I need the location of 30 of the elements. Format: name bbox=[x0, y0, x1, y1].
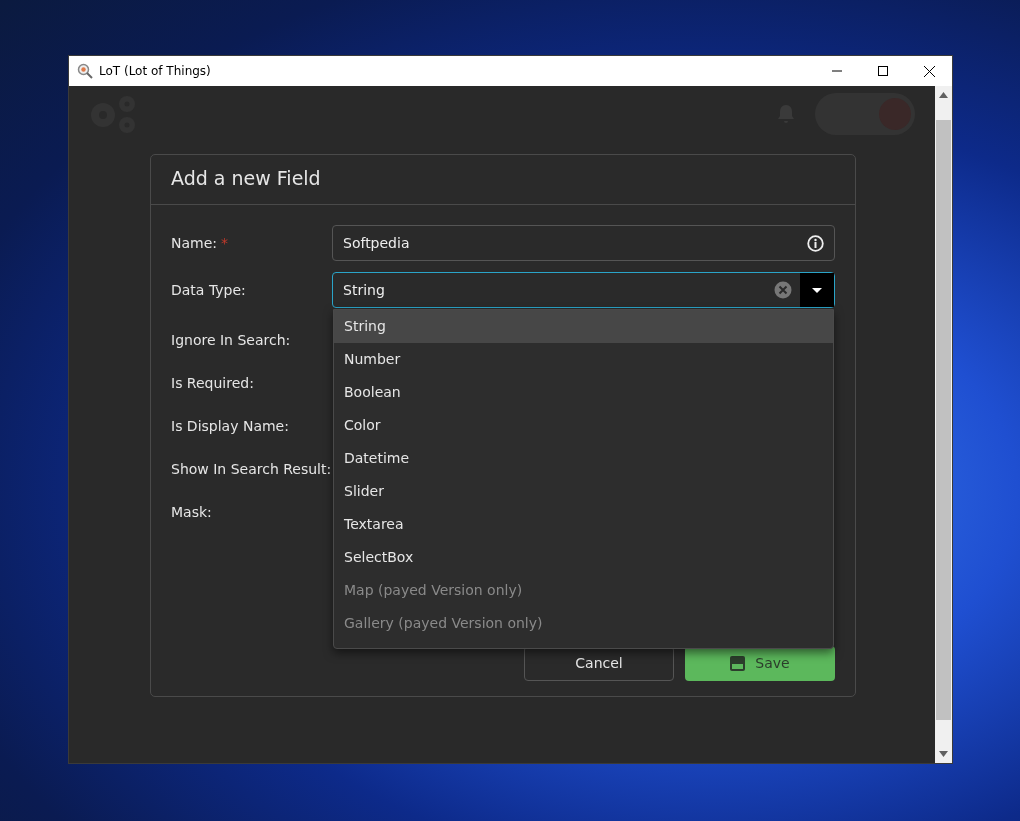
save-icon bbox=[730, 656, 746, 671]
dropdown-toggle[interactable] bbox=[800, 273, 834, 307]
field-label: Mask: bbox=[171, 504, 212, 520]
scroll-down-icon[interactable] bbox=[939, 751, 948, 757]
dropdown-option[interactable]: Slider bbox=[334, 475, 833, 508]
field-label: Name: bbox=[171, 234, 218, 251]
close-icon bbox=[923, 65, 935, 77]
caret-icon bbox=[812, 287, 822, 293]
dropdown-option[interactable]: SelectBox bbox=[334, 541, 833, 574]
field-label: Show In Search Result: bbox=[171, 461, 332, 477]
dropdown-option[interactable]: Textarea bbox=[334, 508, 833, 541]
dropdown-option[interactable]: Datetime bbox=[334, 442, 833, 475]
field-label: Is Display Name: bbox=[171, 418, 289, 434]
magnifier-icon bbox=[77, 63, 93, 79]
window-title: LoT (Lot of Things) bbox=[99, 63, 211, 80]
scrollbar[interactable] bbox=[935, 86, 952, 763]
dialog-title: Add a new Field bbox=[171, 167, 321, 189]
field-label: Ignore In Search: bbox=[171, 332, 291, 348]
dropdown-option[interactable]: Number bbox=[334, 343, 833, 376]
scroll-up-icon[interactable] bbox=[939, 92, 948, 98]
name-input[interactable]: Softpedia bbox=[332, 225, 835, 261]
dropdown-option[interactable]: Boolean bbox=[334, 376, 833, 409]
maximize-icon bbox=[878, 66, 888, 76]
info-icon[interactable] bbox=[807, 234, 824, 252]
required-mark: * bbox=[221, 234, 229, 251]
dropdown-option[interactable]: Color bbox=[334, 409, 833, 442]
field-label: Data Type: bbox=[171, 281, 246, 298]
clear-icon[interactable] bbox=[774, 281, 792, 299]
field-label: Is Required: bbox=[171, 375, 254, 391]
dropdown-option[interactable]: String bbox=[334, 310, 833, 343]
